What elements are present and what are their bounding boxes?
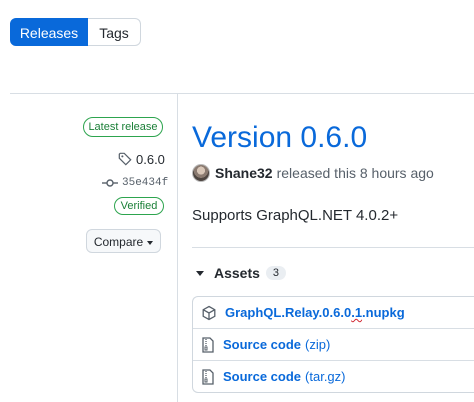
compare-label: Compare bbox=[93, 235, 144, 249]
release-meta: Shane32 released this 8 hours ago bbox=[192, 163, 434, 183]
asset-name-main: GraphQL.Relay.0.6.0 bbox=[225, 305, 352, 320]
tag-icon bbox=[118, 152, 132, 166]
asset-link-zip[interactable]: Source code bbox=[223, 337, 301, 352]
git-commit-icon bbox=[102, 179, 118, 187]
asset-row: Source code (zip) bbox=[193, 328, 474, 360]
verified-badge[interactable]: Verified bbox=[114, 197, 164, 215]
assets-divider bbox=[192, 247, 474, 248]
file-zip-icon bbox=[202, 368, 214, 385]
asset-name-tail: .nupkg bbox=[362, 305, 405, 320]
commit-sha: 35e434f bbox=[122, 177, 169, 189]
avatar[interactable] bbox=[192, 164, 210, 182]
assets-label: Assets bbox=[214, 265, 260, 281]
asset-row: GraphQL.Relay.0.6.0.1.nupkg bbox=[193, 297, 474, 328]
compare-button[interactable]: Compare bbox=[86, 229, 161, 253]
latest-release-badge: Latest release bbox=[83, 117, 163, 137]
package-icon bbox=[202, 305, 216, 320]
triangle-down-icon bbox=[196, 270, 204, 276]
file-zip-icon bbox=[202, 336, 214, 353]
author-link[interactable]: Shane32 bbox=[215, 165, 273, 181]
release-tabs: Releases Tags bbox=[10, 18, 141, 46]
asset-list: GraphQL.Relay.0.6.0.1.nupkg Source code … bbox=[192, 296, 474, 393]
tab-releases[interactable]: Releases bbox=[10, 18, 88, 46]
asset-link-targz[interactable]: Source code bbox=[223, 369, 301, 384]
assets-toggle[interactable]: Assets 3 bbox=[196, 264, 287, 282]
asset-name-squiggle: .1 bbox=[351, 305, 363, 320]
asset-suffix-zip: (zip) bbox=[305, 337, 331, 352]
release-meta-text: released this 8 hours ago bbox=[276, 165, 434, 181]
asset-link-nupkg[interactable]: GraphQL.Relay.0.6.0.1.nupkg bbox=[225, 305, 405, 320]
column-divider bbox=[177, 93, 178, 402]
commit-link[interactable]: 35e434f bbox=[102, 176, 168, 190]
caret-down-icon bbox=[147, 240, 154, 245]
tab-tags[interactable]: Tags bbox=[88, 18, 141, 46]
asset-row: Source code (tar.gz) bbox=[193, 360, 474, 392]
release-description: Supports GraphQL.NET 4.0.2+ bbox=[192, 207, 399, 224]
tag-link[interactable]: 0.6.0 bbox=[118, 150, 165, 168]
top-divider bbox=[10, 93, 474, 94]
tag-name: 0.6.0 bbox=[136, 151, 165, 167]
assets-count: 3 bbox=[265, 266, 287, 280]
asset-suffix-targz: (tar.gz) bbox=[305, 369, 346, 384]
release-title[interactable]: Version 0.6.0 bbox=[192, 118, 367, 158]
